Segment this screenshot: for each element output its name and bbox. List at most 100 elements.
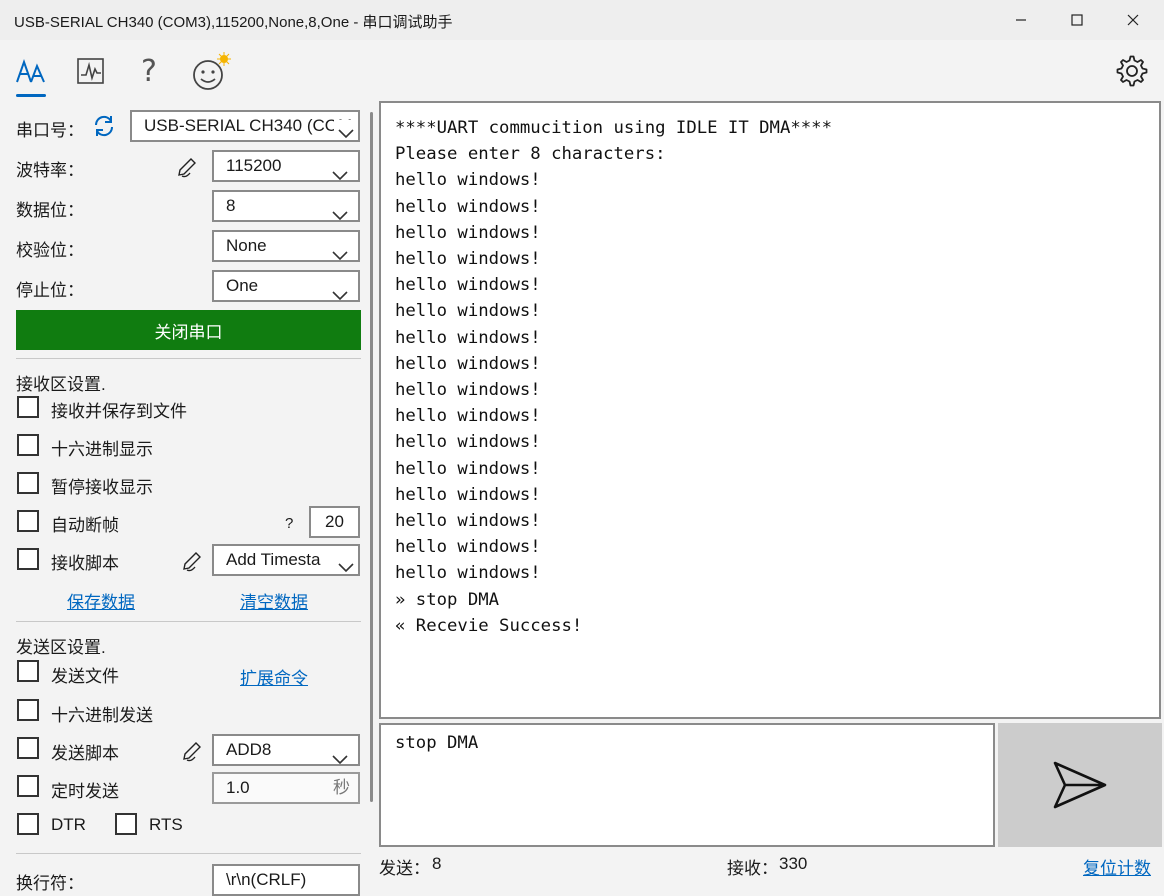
receive-line: hello windows! [395,563,541,584]
port-label: 串口号： [16,121,84,140]
divider [16,358,361,359]
pause-display-checkbox[interactable] [17,472,39,494]
hex-display-label: 十六进制显示 [51,440,153,459]
auto-frame-value: 20 [325,512,344,531]
receive-line: hello windows! [395,275,541,296]
receive-area[interactable]: ****UART commucition using IDLE IT DMA**… [379,101,1161,719]
baud-edit-icon[interactable] [176,156,198,183]
databits-label: 数据位： [16,201,84,220]
emoji-icon [193,52,231,90]
save-to-file-checkbox[interactable] [17,396,39,418]
reset-count-link[interactable]: 复位计数 [1083,854,1151,879]
send-button[interactable] [998,723,1162,847]
receive-line: Please enter 8 characters: [395,144,666,165]
send-input-text: stop DMA [395,733,479,753]
receive-line: hello windows! [395,511,541,532]
receive-line: hello windows! [395,301,541,322]
chevron-down-icon [334,554,354,574]
rts-checkbox[interactable] [115,813,137,835]
auto-frame-help[interactable]: ? [285,515,293,532]
close-port-label: 关闭串口 [154,322,223,342]
send-icon [1053,761,1107,809]
send-input[interactable]: stop DMA [379,723,995,847]
tool-chart[interactable] [69,48,113,94]
help-icon: ? [141,53,157,89]
chevron-down-icon [332,746,348,764]
newline-label: 换行符： [16,874,84,893]
timed-send-value: 1.0 [226,778,250,797]
port-select[interactable]: USB-SERIAL CH340 (COM [130,110,360,142]
send-script-select[interactable]: ADD8 [212,734,360,766]
sent-count-value: 8 [432,854,442,873]
close-icon [1127,14,1139,26]
receive-line: hello windows! [395,458,541,479]
left-panel-scrollbar[interactable] [370,112,373,802]
stopbits-select-value: One [226,276,259,295]
tool-help[interactable]: ? [127,48,171,94]
baud-label: 波特率： [16,161,84,180]
rts-label: RTS [149,815,183,834]
receive-script-value: Add Timesta [226,550,321,569]
close-port-button[interactable]: 关闭串口 [16,310,361,350]
send-file-label: 发送文件 [51,667,119,686]
chevron-down-icon [332,202,348,220]
settings-button[interactable] [1110,48,1154,94]
chevron-down-icon [334,120,354,140]
save-data-link[interactable]: 保存数据 [67,588,135,613]
send-section-title: 发送区设置. [16,638,106,657]
receive-line: hello windows! [395,406,541,427]
timed-send-checkbox[interactable] [17,775,39,797]
clear-data-link[interactable]: 清空数据 [240,588,308,613]
stopbits-label: 停止位： [16,281,84,300]
dtr-checkbox[interactable] [17,813,39,835]
newline-select[interactable]: \r\n(CRLF) [212,864,360,896]
send-script-edit-icon[interactable] [181,740,203,767]
receive-script-checkbox[interactable] [17,548,39,570]
receive-line: hello windows! [395,380,541,401]
pause-display-label: 暂停接收显示 [51,478,153,497]
hex-display-checkbox[interactable] [17,434,39,456]
minimize-button[interactable] [993,0,1049,40]
receive-line: » stop DMA [395,589,500,610]
hex-send-checkbox[interactable] [17,699,39,721]
divider [16,853,361,854]
timed-send-unit: 秒 [333,778,350,797]
maximize-icon [1071,14,1083,26]
receive-line: hello windows! [395,353,541,374]
close-button[interactable] [1105,0,1161,40]
receive-script-edit-icon[interactable] [181,550,203,577]
baud-select[interactable]: 115200 [212,150,360,182]
chevron-down-icon [332,162,348,180]
title-bar: USB-SERIAL CH340 (COM3),115200,None,8,On… [0,0,1164,40]
tool-emoji[interactable] [187,48,231,94]
auto-frame-checkbox[interactable] [17,510,39,532]
font-size-icon [16,58,45,83]
refresh-ports-button[interactable] [91,113,117,139]
dtr-label: DTR [51,815,86,834]
receive-script-select[interactable]: Add Timesta [212,544,360,576]
receive-line: hello windows! [395,222,541,243]
databits-select[interactable]: 8 [212,190,360,222]
timed-send-interval-input[interactable]: 1.0 秒 [212,772,360,804]
send-script-checkbox[interactable] [17,737,39,759]
auto-frame-input[interactable]: 20 [309,506,360,538]
newline-select-value: \r\n(CRLF) [226,870,307,889]
databits-select-value: 8 [226,196,236,215]
divider [16,621,361,622]
gear-icon [1116,55,1148,87]
send-file-checkbox[interactable] [17,660,39,682]
chart-icon [77,58,104,84]
receive-text: ****UART commucition using IDLE IT DMA**… [395,115,832,639]
send-script-label: 发送脚本 [51,744,119,763]
baud-select-value: 115200 [226,156,282,175]
maximize-button[interactable] [1049,0,1105,40]
receive-line: hello windows! [395,170,541,191]
tool-font-size[interactable] [9,48,53,94]
receive-line: hello windows! [395,484,541,505]
refresh-icon [94,115,114,137]
stopbits-select[interactable]: One [212,270,360,302]
parity-select-value: None [226,236,267,255]
sent-count-label: 发送： [379,859,430,878]
extended-commands-link[interactable]: 扩展命令 [240,664,308,689]
parity-select[interactable]: None [212,230,360,262]
